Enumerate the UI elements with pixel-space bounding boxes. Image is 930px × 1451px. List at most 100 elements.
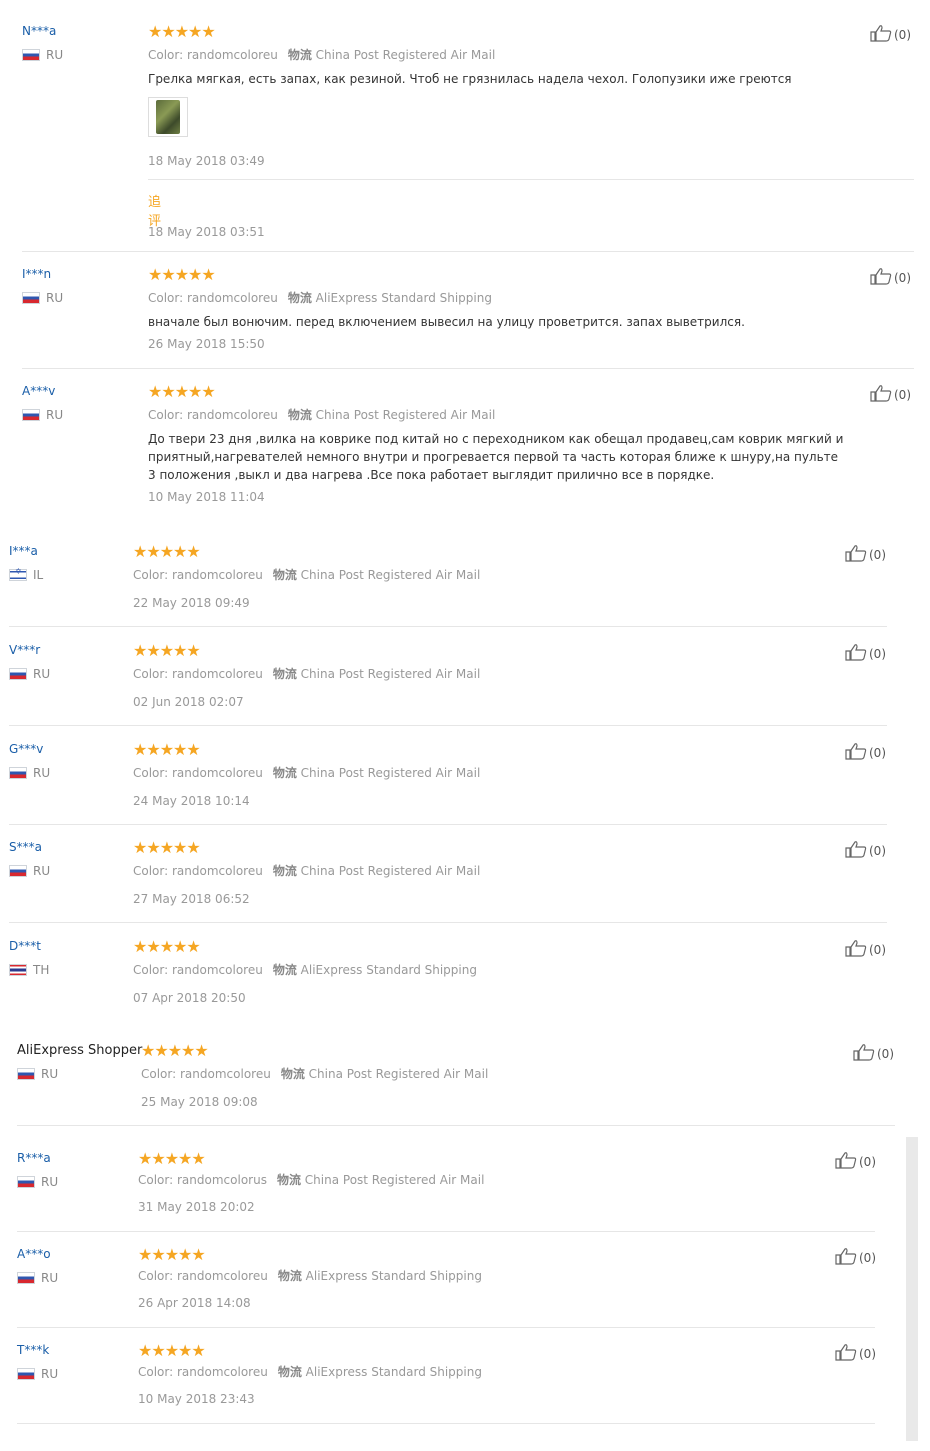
review-text: До твери 23 дня ,вилка на коврике под ки… [148, 432, 844, 482]
order-info: Color: randomcolorus 物流 China Post Regist… [138, 1173, 485, 1187]
star-rating: ★★★★★ [133, 641, 201, 660]
review-date: 07 Apr 2018 20:50 [133, 991, 246, 1005]
reviewer-name[interactable]: AliExpress Shopper [17, 1043, 142, 1058]
flag-ru-icon [9, 767, 27, 779]
helpful-button[interactable]: (0) [845, 840, 886, 858]
order-info: Color: randomcoloreu 物流 China Post Regist… [133, 766, 481, 780]
reviewer-name[interactable]: A***v [22, 384, 55, 398]
order-info: Color: randomcoloreu 物流 China Post Regist… [133, 667, 481, 681]
reviewer-country: RU [17, 1271, 58, 1285]
reviewer-name[interactable]: R***a [17, 1151, 51, 1165]
order-info: Color: randomcoloreu 物流 China Post Regist… [133, 568, 481, 582]
review-date: 18 May 2018 03:49 [148, 154, 265, 168]
thumbs-up-icon [835, 1152, 857, 1169]
star-rating: ★★★★★ [138, 1341, 206, 1360]
review-text: вначале был вонючим. перед включением вы… [148, 315, 745, 329]
flag-ru-icon [17, 1368, 35, 1380]
reviewer-name[interactable]: I***n [22, 267, 51, 281]
flag-ru-icon [22, 49, 40, 61]
thumbs-up-icon [870, 268, 892, 285]
thumbs-up-icon [870, 385, 892, 402]
thumbs-up-icon [853, 1044, 875, 1061]
followup-label: 追评 [148, 195, 162, 229]
flag-ru-icon [17, 1068, 35, 1080]
star-rating: ★★★★★ [148, 382, 216, 401]
helpful-button[interactable]: (0) [845, 643, 886, 661]
thumbs-up-icon [835, 1248, 857, 1265]
reviewer-country: RU [17, 1067, 58, 1081]
star-rating: ★★★★★ [138, 1245, 206, 1264]
flag-il-icon [9, 567, 27, 581]
reviewer-name[interactable]: I***a [9, 544, 38, 558]
review-text: Грелка мягкая, есть запах, как резиной. … [148, 72, 792, 86]
review-date: 26 May 2018 15:50 [148, 337, 265, 351]
helpful-button[interactable]: (0) [870, 384, 911, 402]
review-date: 10 May 2018 11:04 [148, 490, 265, 504]
flag-ru-icon [22, 292, 40, 304]
helpful-button[interactable]: (0) [845, 742, 886, 760]
star-rating: ★★★★★ [148, 22, 216, 41]
flag-ru-icon [17, 1272, 35, 1284]
reviewer-name[interactable]: V***r [9, 643, 40, 657]
reviewer-name[interactable]: D***t [9, 939, 41, 953]
reviewer-country: IL [9, 567, 43, 582]
thumbs-up-icon [845, 743, 867, 760]
star-rating: ★★★★★ [141, 1041, 209, 1060]
order-info: Color: randomcoloreu 物流 China Post Regist… [141, 1067, 489, 1081]
order-info: Color: randomcoloreu 物流 China Post Regist… [133, 864, 481, 878]
helpful-button[interactable]: (0) [853, 1043, 894, 1061]
flag-ru-icon [22, 409, 40, 421]
helpful-button[interactable]: (0) [870, 267, 911, 285]
star-rating: ★★★★★ [133, 542, 201, 561]
helpful-button[interactable]: (0) [845, 544, 886, 562]
reviewer-country: RU [22, 291, 63, 305]
thumbs-up-icon [845, 940, 867, 957]
review-date: 26 Apr 2018 14:08 [138, 1296, 251, 1310]
reviewer-name[interactable]: G***v [9, 742, 43, 756]
review-date: 22 May 2018 09:49 [133, 596, 250, 610]
thumbs-up-icon [845, 841, 867, 858]
order-info: Color: randomcoloreu 物流 AliExpress Standa… [148, 291, 492, 305]
thumbs-up-icon [870, 25, 892, 42]
star-rating: ★★★★★ [148, 265, 216, 284]
helpful-button[interactable]: (0) [835, 1151, 876, 1169]
reviewer-country: RU [9, 667, 50, 681]
reviewer-country: RU [17, 1367, 58, 1381]
reviewer-name[interactable]: S***a [9, 840, 42, 854]
review-date: 31 May 2018 20:02 [138, 1200, 255, 1214]
reviewer-country: RU [17, 1175, 58, 1189]
review-photo-thumbnail[interactable] [148, 97, 188, 137]
thumbs-up-icon [845, 644, 867, 661]
reviewer-name[interactable]: A***o [17, 1247, 51, 1261]
reviewer-name[interactable]: T***k [17, 1343, 49, 1357]
flag-ru-icon [9, 865, 27, 877]
reviewer-country: RU [9, 766, 50, 780]
review-date: 25 May 2018 09:08 [141, 1095, 258, 1109]
flag-ru-icon [17, 1176, 35, 1188]
star-rating: ★★★★★ [133, 740, 201, 759]
order-info: Color: randomcoloreu 物流 AliExpress Standa… [138, 1365, 482, 1379]
star-rating: ★★★★★ [138, 1149, 206, 1168]
review-date: 24 May 2018 10:14 [133, 794, 250, 808]
reviewer-country: RU [9, 864, 50, 878]
helpful-button[interactable]: (0) [835, 1343, 876, 1361]
order-info: Color: randomcoloreu 物流 China Post Regist… [148, 408, 496, 422]
star-rating: ★★★★★ [133, 937, 201, 956]
star-rating: ★★★★★ [133, 838, 201, 857]
helpful-button[interactable]: (0) [870, 24, 911, 42]
order-info: Color: randomcoloreu 物流 China Post Regist… [148, 48, 496, 62]
reviewer-name[interactable]: N***a [22, 24, 56, 38]
thumbs-up-icon [835, 1344, 857, 1361]
flag-th-icon [9, 964, 27, 976]
scrollbar[interactable] [906, 1137, 918, 1441]
review-date: 27 May 2018 06:52 [133, 892, 250, 906]
reviewer-country: RU [22, 408, 63, 422]
review-date: 02 Jun 2018 02:07 [133, 695, 244, 709]
reviewer-country: TH [9, 963, 49, 977]
review-date: 10 May 2018 23:43 [138, 1392, 255, 1406]
helpful-button[interactable]: (0) [835, 1247, 876, 1265]
flag-ru-icon [9, 668, 27, 680]
helpful-button[interactable]: (0) [845, 939, 886, 957]
reviewer-country: RU [22, 48, 63, 62]
order-info: Color: randomcoloreu 物流 AliExpress Standa… [138, 1269, 482, 1283]
